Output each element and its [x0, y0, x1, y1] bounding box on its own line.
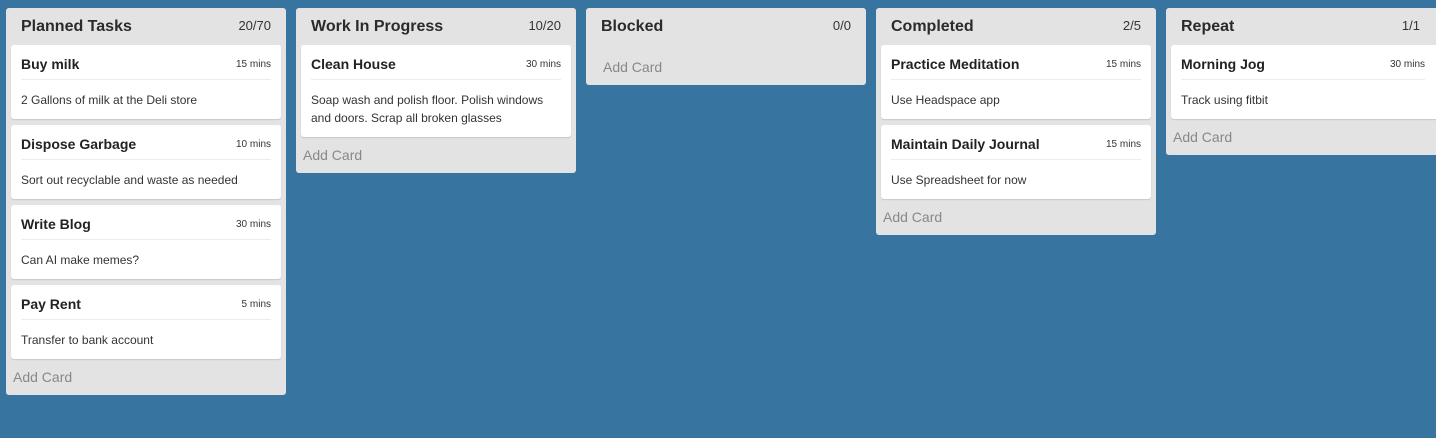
card-write-blog[interactable]: Write Blog 30 mins Can AI make memes?: [11, 205, 281, 279]
card-morning-jog[interactable]: Morning Jog 30 mins Track using fitbit: [1171, 45, 1436, 119]
card-title: Morning Jog: [1181, 56, 1265, 72]
card-time-estimate: 15 mins: [1105, 59, 1141, 70]
lane-header: Work In Progress 10/20: [296, 8, 576, 45]
lane-header: Blocked 0/0: [586, 8, 866, 45]
lane-title: Completed: [891, 18, 974, 35]
lane-count: 20/70: [238, 18, 271, 33]
card-header: Clean House 30 mins: [311, 45, 561, 80]
card-description: Soap wash and polish floor. Polish windo…: [311, 93, 544, 125]
card-clean-house[interactable]: Clean House 30 mins Soap wash and polish…: [301, 45, 571, 137]
card-time-estimate: 10 mins: [235, 139, 271, 150]
add-card-button[interactable]: Add Card: [1166, 125, 1436, 155]
card-title: Pay Rent: [21, 296, 81, 312]
lane-header: Completed 2/5: [876, 8, 1156, 45]
card-title: Practice Meditation: [891, 56, 1020, 72]
card-time-estimate: 5 mins: [241, 299, 271, 310]
card-time-estimate: 15 mins: [1105, 139, 1141, 150]
card-title: Buy milk: [21, 56, 80, 72]
add-card-button[interactable]: Add Card: [6, 365, 286, 395]
lane-work-in-progress: Work In Progress 10/20 Clean House 30 mi…: [296, 8, 576, 173]
card-description: Sort out recyclable and waste as needed: [21, 173, 238, 187]
add-card-button[interactable]: Add Card: [296, 143, 576, 173]
lane-title: Blocked: [601, 18, 664, 35]
lane-count: 10/20: [528, 18, 561, 33]
lane-header: Planned Tasks 20/70: [6, 8, 286, 45]
card-dispose-garbage[interactable]: Dispose Garbage 10 mins Sort out recycla…: [11, 125, 281, 199]
lane-count: 2/5: [1122, 18, 1141, 33]
card-time-estimate: 15 mins: [235, 59, 271, 70]
lane-repeat: Repeat 1/1 Morning Jog 30 mins Track usi…: [1166, 8, 1436, 155]
lane-title: Work In Progress: [311, 18, 444, 35]
card-description: Transfer to bank account: [21, 333, 154, 347]
card-description: Use Spreadsheet for now: [891, 173, 1027, 187]
card-pay-rent[interactable]: Pay Rent 5 mins Transfer to bank account: [11, 285, 281, 359]
add-card-button[interactable]: Add Card: [876, 205, 1156, 235]
card-title: Write Blog: [21, 216, 91, 232]
card-header: Write Blog 30 mins: [21, 205, 271, 240]
lane-completed: Completed 2/5 Practice Meditation 15 min…: [876, 8, 1156, 235]
card-buy-milk[interactable]: Buy milk 15 mins 2 Gallons of milk at th…: [11, 45, 281, 119]
kanban-board: Planned Tasks 20/70 Buy milk 15 mins 2 G…: [0, 0, 1436, 438]
lane-title: Planned Tasks: [21, 18, 132, 35]
lane-header: Repeat 1/1: [1166, 8, 1436, 45]
lane-blocked: Blocked 0/0 Add Card: [586, 8, 866, 85]
card-header: Practice Meditation 15 mins: [891, 45, 1141, 80]
card-list: Practice Meditation 15 mins Use Headspac…: [876, 45, 1156, 199]
card-time-estimate: 30 mins: [525, 59, 561, 70]
card-maintain-daily-journal[interactable]: Maintain Daily Journal 15 mins Use Sprea…: [881, 125, 1151, 199]
card-header: Dispose Garbage 10 mins: [21, 125, 271, 160]
card-time-estimate: 30 mins: [235, 219, 271, 230]
card-header: Morning Jog 30 mins: [1181, 45, 1425, 80]
card-practice-meditation[interactable]: Practice Meditation 15 mins Use Headspac…: [881, 45, 1151, 119]
card-header: Maintain Daily Journal 15 mins: [891, 125, 1141, 160]
lane-planned-tasks: Planned Tasks 20/70 Buy milk 15 mins 2 G…: [6, 8, 286, 395]
card-list: Morning Jog 30 mins Track using fitbit: [1166, 45, 1436, 119]
lane-title: Repeat: [1181, 18, 1235, 35]
card-title: Maintain Daily Journal: [891, 136, 1040, 152]
lane-count: 1/1: [1401, 18, 1420, 33]
card-header: Pay Rent 5 mins: [21, 285, 271, 320]
card-description: Track using fitbit: [1181, 93, 1268, 107]
card-description: 2 Gallons of milk at the Deli store: [21, 93, 198, 107]
card-list: Buy milk 15 mins 2 Gallons of milk at th…: [6, 45, 286, 359]
lane-count: 0/0: [832, 18, 851, 33]
card-title: Dispose Garbage: [21, 136, 137, 152]
card-time-estimate: 30 mins: [1389, 59, 1425, 70]
card-header: Buy milk 15 mins: [21, 45, 271, 80]
card-list: Clean House 30 mins Soap wash and polish…: [296, 45, 576, 137]
card-description: Use Headspace app: [891, 93, 1000, 107]
card-title: Clean House: [311, 56, 396, 72]
card-description: Can AI make memes?: [21, 253, 140, 267]
add-card-button[interactable]: Add Card: [586, 45, 866, 85]
